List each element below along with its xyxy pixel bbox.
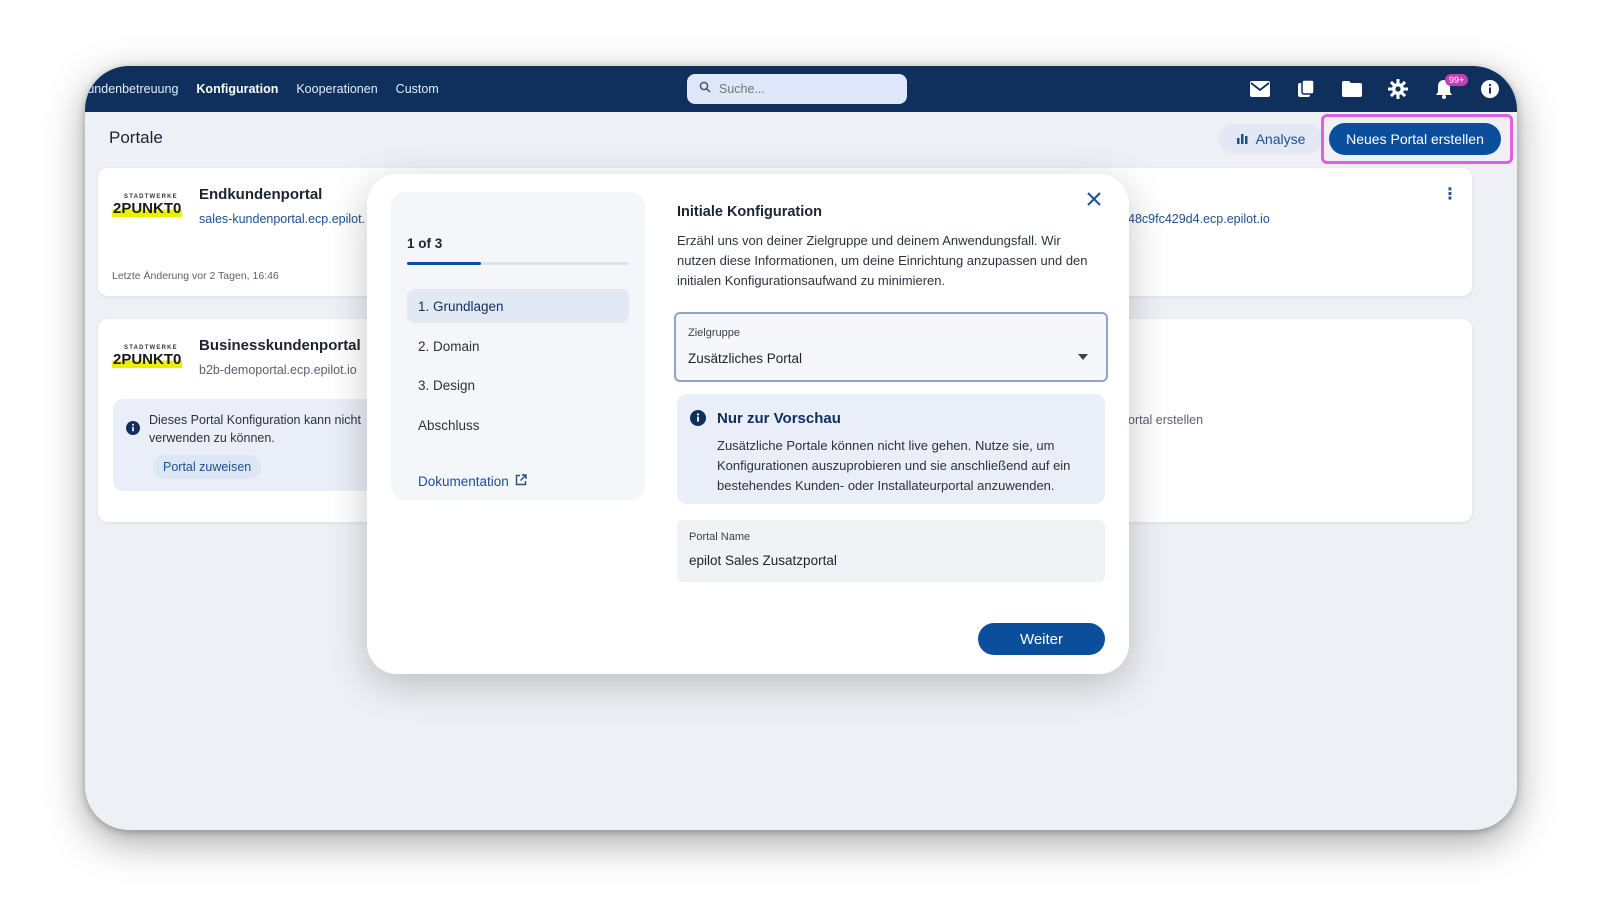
info-title: Nur zur Vorschau	[717, 410, 841, 427]
search-icon	[699, 80, 711, 98]
nav-item-custom[interactable]: Custom	[396, 82, 439, 96]
dialog-description: Erzähl uns von deiner Zielgruppe und dei…	[677, 233, 1088, 288]
info-icon	[690, 410, 706, 431]
stadtwerke-logo: STADTWERKE 2PUNKT0	[112, 345, 183, 368]
new-portal-button[interactable]: Neues Portal erstellen	[1329, 123, 1501, 155]
bar-chart-icon	[1236, 131, 1248, 147]
top-icons: 99+	[1247, 66, 1503, 112]
chevron-down-icon	[1078, 354, 1088, 360]
step-design[interactable]: 3. Design	[407, 368, 629, 402]
analyse-button[interactable]: Analyse	[1219, 124, 1323, 154]
main-nav: Kundenbetreuung Konfiguration Kooperatio…	[85, 66, 457, 112]
info-text: Zusätzliche Portale können nicht live ge…	[717, 438, 1071, 493]
preview-info-box: Nur zur Vorschau Zusätzliche Portale kön…	[677, 394, 1105, 504]
create-portal-hint: ortal erstellen	[1128, 413, 1204, 427]
info-icon[interactable]	[1477, 76, 1503, 102]
notification-bell-icon[interactable]: 99+	[1431, 74, 1469, 102]
external-link-icon	[515, 474, 527, 489]
documentation-link[interactable]: Dokumentation	[418, 474, 527, 489]
assign-portal-button[interactable]: Portal zuweisen	[153, 455, 262, 479]
info-icon	[126, 421, 140, 440]
nav-item-konfiguration[interactable]: Konfiguration	[196, 82, 278, 96]
step-grundlagen[interactable]: 1. Grundlagen	[407, 289, 629, 323]
card-url[interactable]: sales-kundenportal.ecp.epilot.	[199, 212, 365, 226]
dialog-title: Initiale Konfiguration	[677, 204, 822, 220]
top-navigation-bar: Kundenbetreuung Konfiguration Kooperatio…	[85, 66, 1517, 112]
analyse-label: Analyse	[1255, 131, 1306, 147]
next-button[interactable]: Weiter	[978, 623, 1105, 655]
card-url[interactable]: b2b-demoportal.ecp.epilot.io	[199, 363, 357, 377]
page-title: Portale	[109, 128, 163, 147]
last-modified-text: Letzte Änderung vor 2 Tagen, 16:46	[112, 270, 279, 282]
zielgruppe-value: Zusätzliches Portal	[688, 351, 803, 366]
zielgruppe-label: Zielgruppe	[688, 327, 740, 339]
zielgruppe-select[interactable]: Zielgruppe Zusätzliches Portal	[674, 312, 1108, 382]
initial-configuration-dialog: 1 of 3 1. Grundlagen 2. Domain 3. Design…	[367, 174, 1129, 674]
card-title: Endkundenportal	[199, 186, 323, 203]
portal-name-input[interactable]	[689, 553, 1089, 568]
more-options-icon[interactable]: ⋮	[1442, 184, 1458, 204]
stadtwerke-logo: STADTWERKE 2PUNKT0	[112, 194, 183, 217]
step-abschluss[interactable]: Abschluss	[407, 408, 629, 442]
portal-name-label: Portal Name	[689, 531, 751, 543]
step-domain[interactable]: 2. Domain	[407, 329, 629, 363]
gear-icon[interactable]	[1385, 76, 1411, 102]
search-input[interactable]	[719, 82, 899, 96]
card-title: Businesskundenportal	[199, 337, 361, 354]
progress-bar	[407, 262, 629, 265]
notification-count-badge: 99+	[1445, 74, 1469, 86]
mail-icon[interactable]	[1247, 76, 1273, 102]
nav-item-kooperationen[interactable]: Kooperationen	[296, 82, 377, 96]
nav-item-kundenbetreuung[interactable]: Kundenbetreuung	[85, 82, 178, 96]
progress-bar-fill	[407, 262, 481, 265]
stepper-panel: 1 of 3 1. Grundlagen 2. Domain 3. Design…	[391, 192, 645, 500]
documentation-label: Dokumentation	[418, 474, 509, 489]
portal-name-field[interactable]: Portal Name	[677, 520, 1105, 582]
warning-text: Dieses Portal Konfiguration kann nicht v…	[149, 413, 361, 445]
documents-icon[interactable]	[1293, 76, 1319, 102]
card-url-right[interactable]: 48c9fc429d4.ecp.epilot.io	[1128, 212, 1270, 226]
folder-icon[interactable]	[1339, 76, 1365, 102]
progress-label: 1 of 3	[407, 236, 443, 251]
search-bar[interactable]	[687, 74, 907, 104]
close-icon[interactable]	[1087, 186, 1101, 212]
